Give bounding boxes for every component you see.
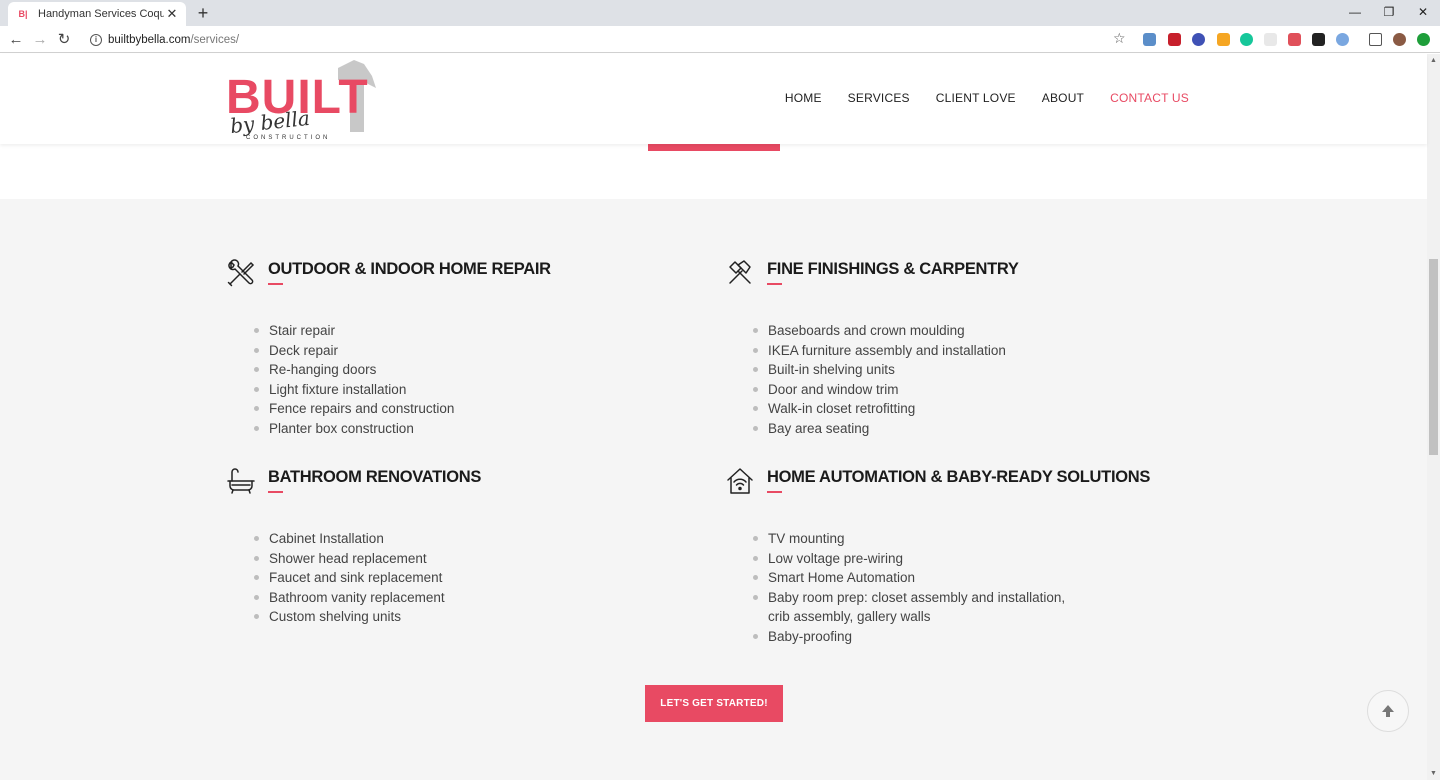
- back-icon[interactable]: ←: [6, 30, 26, 50]
- main-nav: HOME SERVICES CLIENT LOVE ABOUT CONTACT …: [785, 91, 1189, 105]
- scroll-up-icon[interactable]: ▲: [1430, 57, 1437, 64]
- extension-icon[interactable]: [1264, 33, 1277, 46]
- list-item: Baby-proofing: [752, 627, 1065, 647]
- omnibox[interactable]: i builtbybella.com/services/: [84, 29, 1134, 50]
- list-item-continuation: crib assembly, gallery walls: [768, 609, 931, 624]
- list-item: Bay area seating: [753, 419, 1006, 439]
- service-title: OUTDOOR & INDOOR HOME REPAIR: [268, 260, 551, 278]
- bathtub-icon: [227, 468, 255, 494]
- bookmark-star-icon[interactable]: ☆: [1113, 30, 1126, 47]
- list-item: Smart Home Automation: [752, 568, 1065, 588]
- minimize-icon[interactable]: —: [1338, 0, 1372, 24]
- service-list: Baseboards and crown moulding IKEA furni…: [753, 321, 1006, 439]
- list-item: Bathroom vanity replacement: [254, 588, 445, 608]
- update-icon[interactable]: [1417, 33, 1430, 46]
- restore-icon[interactable]: ❐: [1372, 0, 1406, 24]
- address-bar: ← → ↻ i builtbybella.com/services/ ☆: [0, 26, 1440, 53]
- tab-title: Handyman Services Coquitlam | B: [38, 8, 164, 20]
- list-item: Faucet and sink replacement: [254, 568, 445, 588]
- previous-section-button[interactable]: [648, 144, 780, 151]
- service-title: FINE FINISHINGS & CARPENTRY: [767, 260, 1019, 278]
- list-item: Custom shelving units: [254, 607, 445, 627]
- extension-icon[interactable]: [1168, 33, 1181, 46]
- service-title: BATHROOM RENOVATIONS: [268, 468, 482, 486]
- nav-about[interactable]: ABOUT: [1042, 91, 1084, 105]
- site-info-icon[interactable]: i: [90, 33, 102, 46]
- list-item: Deck repair: [253, 341, 454, 361]
- extension-icon[interactable]: [1336, 33, 1349, 46]
- smart-home-icon: [727, 468, 753, 494]
- tools-icon: [227, 259, 255, 287]
- browser-tab-bar: B| Handyman Services Coquitlam | B ✕ + —…: [0, 0, 1440, 26]
- scrollbar-thumb[interactable]: [1429, 259, 1438, 455]
- nav-client-love[interactable]: CLIENT LOVE: [936, 91, 1016, 105]
- title-underline: [767, 491, 782, 493]
- list-item: Low voltage pre-wiring: [752, 549, 1065, 569]
- profile-avatar[interactable]: [1393, 33, 1406, 46]
- list-item: Shower head replacement: [254, 549, 445, 569]
- reload-icon[interactable]: ↻: [54, 30, 74, 50]
- title-underline: [268, 491, 283, 493]
- get-started-button[interactable]: LET'S GET STARTED!: [645, 685, 783, 722]
- list-item: Stair repair: [253, 321, 454, 341]
- site-favicon-icon: B|: [18, 9, 28, 19]
- service-title: HOME AUTOMATION & BABY-READY SOLUTIONS: [767, 468, 1151, 486]
- url-text[interactable]: builtbybella.com/services/: [108, 34, 239, 46]
- service-list: Cabinet Installation Shower head replace…: [254, 529, 445, 627]
- list-item: Door and window trim: [753, 380, 1006, 400]
- extension-icon[interactable]: [1217, 33, 1230, 46]
- browser-tab[interactable]: B| Handyman Services Coquitlam | B ✕: [8, 2, 186, 26]
- grammarly-icon[interactable]: [1240, 33, 1253, 46]
- list-item: Fence repairs and construction: [253, 399, 454, 419]
- tab-close-icon[interactable]: ✕: [164, 6, 180, 22]
- nav-home[interactable]: HOME: [785, 91, 822, 105]
- list-item: IKEA furniture assembly and installation: [753, 341, 1006, 361]
- site-logo[interactable]: BUILT by bella CONSTRUCTION: [226, 58, 386, 144]
- scroll-to-top-button[interactable]: [1367, 690, 1409, 732]
- list-item: Light fixture installation: [253, 380, 454, 400]
- service-list: Stair repair Deck repair Re-hanging door…: [253, 321, 454, 439]
- extension-icon[interactable]: [1312, 33, 1325, 46]
- nav-services[interactable]: SERVICES: [848, 91, 910, 105]
- title-underline: [767, 283, 782, 285]
- scroll-down-icon[interactable]: ▼: [1430, 770, 1437, 777]
- page-scrollbar[interactable]: ▲ ▼: [1427, 54, 1440, 780]
- list-item: Baseboards and crown moulding: [753, 321, 1006, 341]
- list-item: Baby room prep: closet assembly and inst…: [752, 588, 1065, 608]
- nav-contact-us[interactable]: CONTACT US: [1110, 91, 1189, 105]
- extension-icon[interactable]: [1288, 33, 1301, 46]
- cast-icon[interactable]: [1369, 33, 1382, 46]
- site-header: BUILT by bella CONSTRUCTION HOME SERVICE…: [0, 54, 1427, 144]
- extension-icon[interactable]: [1192, 33, 1205, 46]
- previous-section: [0, 144, 1427, 199]
- hammers-icon: [729, 260, 751, 284]
- service-list: TV mounting Low voltage pre-wiring Smart…: [752, 529, 1065, 647]
- list-item: Cabinet Installation: [254, 529, 445, 549]
- new-tab-icon[interactable]: +: [194, 3, 212, 23]
- extension-icon[interactable]: [1143, 33, 1156, 46]
- logo-sub: CONSTRUCTION: [246, 135, 331, 141]
- list-item: Planter box construction: [253, 419, 454, 439]
- list-item: TV mounting: [752, 529, 1065, 549]
- list-item: Re-hanging doors: [253, 360, 454, 380]
- title-underline: [268, 283, 283, 285]
- list-item: Built-in shelving units: [753, 360, 1006, 380]
- forward-icon[interactable]: →: [30, 30, 50, 50]
- window-close-icon[interactable]: ✕: [1406, 0, 1440, 24]
- list-item: Walk-in closet retrofitting: [753, 399, 1006, 419]
- arrow-up-icon: [1382, 705, 1394, 717]
